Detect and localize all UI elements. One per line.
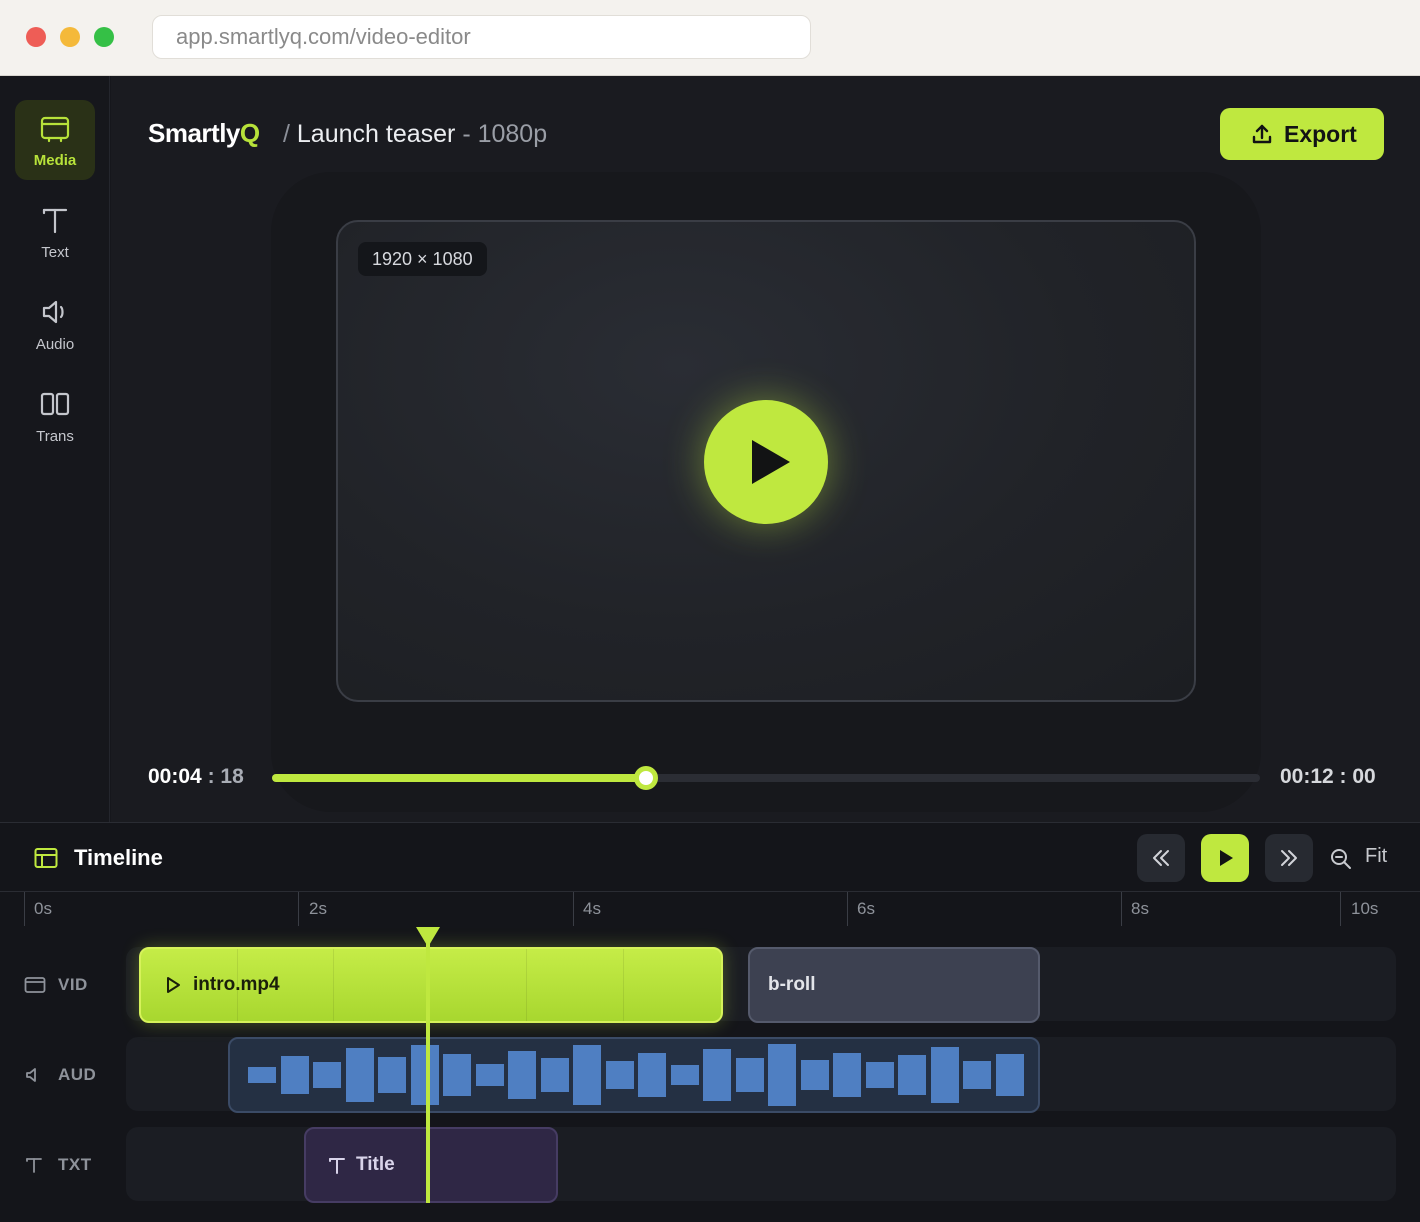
audio-track-icon	[26, 1068, 36, 1082]
preview-play-button[interactable]	[704, 400, 828, 524]
editor-main: SmartlyQ / Launch teaser - 1080p Export …	[111, 76, 1420, 822]
zoom-out-icon	[1331, 849, 1351, 869]
sidebar-item-audio[interactable]: Audio	[15, 284, 95, 364]
playhead-handle[interactable]	[416, 927, 440, 947]
rewind-button[interactable]	[1137, 834, 1185, 882]
play-outline-icon	[167, 977, 180, 993]
timeline-title: Timeline	[74, 845, 163, 870]
scrubber-track[interactable]	[272, 766, 1260, 790]
ruler-divider	[0, 891, 1420, 892]
ruler-tick	[24, 892, 25, 926]
clip-frame-divider	[623, 949, 624, 1021]
ruler-tick	[573, 892, 574, 926]
address-bar[interactable]: app.smartlyq.com/video-editor	[152, 15, 811, 59]
current-time: 00:04 : 18	[148, 765, 244, 788]
ruler-label: 4s	[583, 899, 601, 918]
waveform-bar	[865, 1062, 894, 1088]
ruler-label: 8s	[1131, 899, 1149, 918]
waveform-bar	[248, 1067, 276, 1083]
text-track-icon	[26, 1158, 42, 1173]
minimize-window-button[interactable]	[60, 27, 80, 47]
total-duration: 00:12 : 00	[1280, 765, 1376, 788]
audio-icon	[42, 300, 64, 324]
ruler-tick	[847, 892, 848, 926]
playhead-line[interactable]	[426, 931, 430, 1203]
timeline-play-button[interactable]	[1201, 834, 1249, 882]
browser-chrome: app.smartlyq.com/video-editor	[0, 0, 1420, 76]
waveform-bar	[345, 1048, 374, 1102]
waveform-bar	[930, 1047, 959, 1103]
brand-logo[interactable]: SmartlyQ	[148, 118, 260, 149]
project-resolution: - 1080p	[462, 120, 548, 148]
sidebar-item-label: Media	[33, 152, 77, 169]
ruler-label: 2s	[309, 899, 327, 918]
text-clip-title[interactable]: Title	[304, 1127, 558, 1203]
video-clip-intro[interactable]: intro.mp4	[139, 947, 723, 1023]
resolution-badge: 1920 × 1080	[358, 242, 487, 276]
ruler-label: 0s	[34, 899, 52, 918]
fast-forward-icon	[1281, 850, 1297, 866]
ruler-label: 10s	[1351, 899, 1379, 918]
play-icon	[752, 440, 790, 484]
waveform-bar	[443, 1054, 471, 1096]
rewind-icon	[1153, 850, 1169, 866]
maximize-window-button[interactable]	[94, 27, 114, 47]
waveform-bar	[540, 1058, 569, 1092]
waveform-bar	[573, 1045, 601, 1105]
sidebar-item-label: Trans	[36, 428, 74, 445]
waveform-bar	[898, 1055, 926, 1095]
text-icon	[42, 208, 68, 234]
waveform-bar	[800, 1060, 829, 1090]
sidebar-item-transitions[interactable]: Trans	[15, 376, 95, 456]
export-button[interactable]: Export	[1220, 108, 1384, 160]
transitions-icon	[40, 392, 70, 416]
fast-forward-button[interactable]	[1265, 834, 1313, 882]
waveform-bar	[638, 1053, 666, 1097]
upload-icon	[1252, 124, 1272, 144]
waveform-bar	[670, 1065, 699, 1085]
clip-frame-divider	[333, 949, 334, 1021]
waveform-bar	[313, 1062, 341, 1088]
video-preview[interactable]: 1920 × 1080	[336, 220, 1196, 702]
sidebar-item-label: Audio	[35, 336, 75, 353]
project-title[interactable]: Launch teaser	[297, 120, 455, 148]
close-window-button[interactable]	[26, 27, 46, 47]
ruler-tick	[298, 892, 299, 926]
video-track-icon	[24, 977, 46, 993]
play-icon	[1220, 850, 1233, 866]
ruler-tick	[1340, 892, 1341, 926]
breadcrumb: / Launch teaser - 1080p	[283, 120, 548, 148]
waveform-bar	[963, 1061, 991, 1089]
video-clip-broll[interactable]: b-roll	[748, 947, 1040, 1023]
clip-frame-divider	[526, 949, 527, 1021]
audio-clip[interactable]	[228, 1037, 1040, 1113]
tool-sidebar: Media Text Audio Trans	[0, 76, 110, 822]
scrubber-progress	[272, 774, 647, 782]
ruler-tick	[1121, 892, 1122, 926]
waveform-bar	[605, 1061, 634, 1089]
sidebar-item-text[interactable]: Text	[15, 192, 95, 272]
waveform-bar	[703, 1049, 731, 1101]
media-icon	[40, 116, 70, 143]
waveform-bar	[768, 1044, 796, 1106]
waveform-bar	[475, 1064, 504, 1086]
waveform-bar	[410, 1045, 439, 1105]
timeline-icon	[34, 848, 58, 868]
waveform-bar	[735, 1058, 764, 1092]
waveform-bar	[280, 1056, 309, 1094]
text-icon	[329, 1158, 345, 1174]
timeline-panel: Timeline Fit 0s 2s 4s 6s 8s 10s VID AUD	[0, 822, 1420, 1222]
waveform-bar	[378, 1057, 406, 1093]
waveform-bar	[833, 1053, 861, 1097]
waveform-bar	[995, 1054, 1024, 1096]
sidebar-item-media[interactable]: Media	[15, 100, 95, 180]
ruler-label: 6s	[857, 899, 875, 918]
waveform-bar	[508, 1051, 536, 1099]
sidebar-item-label: Text	[41, 244, 69, 261]
